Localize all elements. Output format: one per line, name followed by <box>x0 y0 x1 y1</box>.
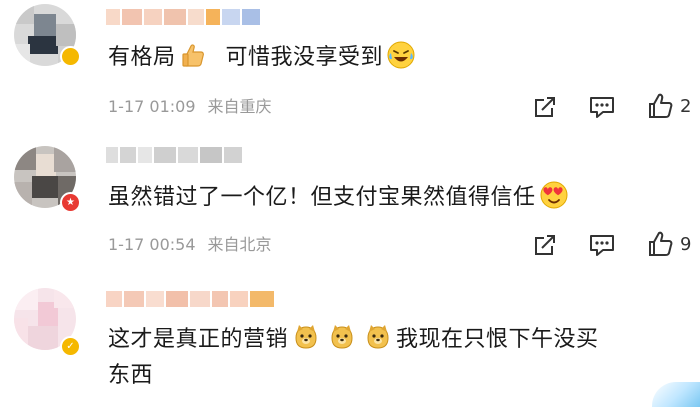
share-button[interactable] <box>532 230 558 260</box>
comment-location: 来自重庆 <box>207 97 272 116</box>
doge-emoji <box>363 322 393 352</box>
share-icon <box>535 235 555 255</box>
reply-button[interactable] <box>588 230 616 260</box>
like-count: 9 <box>680 233 692 255</box>
comment-icon <box>590 235 614 256</box>
comment-text: 有格局 可惜我没享受到 <box>108 40 683 76</box>
thumbs-up-icon <box>649 93 673 118</box>
laughing-crying-emoji <box>386 40 416 70</box>
doge-emoji <box>291 322 321 352</box>
verified-badge: ✓ <box>60 336 81 357</box>
comment-meta: 1-17 01:09 来自重庆 <box>108 96 272 118</box>
comment-time: 1-17 01:09 <box>108 97 196 116</box>
comment-meta: 1-17 00:54 来自北京 <box>108 234 272 256</box>
doge-emoji <box>327 322 357 352</box>
comment-icon <box>590 97 614 118</box>
heart-face-emoji <box>539 180 569 210</box>
comment-text: 虽然错过了一个亿！但支付宝果然值得信任 <box>108 180 683 216</box>
username-masked[interactable] <box>106 6 260 28</box>
like-button[interactable]: 2 <box>646 91 691 121</box>
comment-location: 来自北京 <box>207 235 272 254</box>
thumbs-up-emoji <box>179 40 209 70</box>
comment-text: 这才是真正的营销 我现在只恨下午没买 东西 <box>108 322 683 394</box>
share-button[interactable] <box>532 92 558 122</box>
thumbs-up-icon <box>649 231 673 256</box>
reply-button[interactable] <box>588 92 616 122</box>
username-masked[interactable] <box>106 288 274 310</box>
verified-badge: ★ <box>60 192 81 213</box>
comment-time: 1-17 00:54 <box>108 235 196 254</box>
username-masked[interactable] <box>106 144 242 166</box>
like-count: 2 <box>680 95 692 117</box>
share-icon <box>535 97 555 117</box>
verified-badge <box>60 46 81 67</box>
like-button[interactable]: 9 <box>646 229 691 259</box>
